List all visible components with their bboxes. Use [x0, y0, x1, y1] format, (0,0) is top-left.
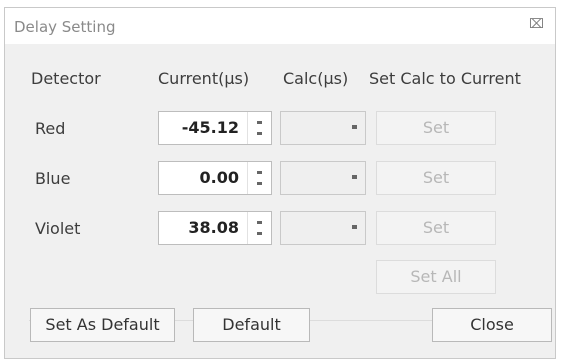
- set-button-red[interactable]: Set: [376, 111, 496, 145]
- chevron-up-icon[interactable]: [257, 171, 262, 174]
- chevron-up-icon[interactable]: [257, 221, 262, 224]
- calc-combo-violet[interactable]: [280, 211, 366, 245]
- close-button[interactable]: Close: [432, 308, 552, 342]
- dropdown-arrow-icon[interactable]: [352, 175, 357, 179]
- row-label-violet: Violet: [35, 219, 81, 238]
- set-button-blue[interactable]: Set: [376, 161, 496, 195]
- set-button-violet[interactable]: Set: [376, 211, 496, 245]
- window-title: Delay Setting: [14, 18, 116, 36]
- stepper-arrows-blue[interactable]: [247, 162, 271, 194]
- current-stepper-violet[interactable]: 38.08: [158, 211, 272, 245]
- row-label-blue: Blue: [35, 169, 71, 188]
- default-button[interactable]: Default: [193, 308, 310, 342]
- header-set-calc-to-current: Set Calc to Current: [369, 69, 521, 88]
- calc-combo-red[interactable]: [280, 111, 366, 145]
- dropdown-arrow-icon[interactable]: [352, 225, 357, 229]
- title-bar: Delay Setting ⌧: [5, 8, 555, 44]
- current-value-red[interactable]: -45.12: [182, 118, 239, 137]
- header-current: Current(μs): [158, 69, 250, 88]
- chevron-down-icon[interactable]: [257, 182, 262, 185]
- header-calc: Calc(μs): [283, 69, 349, 88]
- chevron-down-icon[interactable]: [257, 232, 262, 235]
- chevron-down-icon[interactable]: [257, 132, 262, 135]
- row-label-red: Red: [35, 119, 66, 138]
- dropdown-arrow-icon[interactable]: [352, 125, 357, 129]
- header-detector: Detector: [31, 69, 101, 88]
- close-icon[interactable]: ⌧: [529, 18, 544, 32]
- delay-setting-window: Delay Setting ⌧ Detector Current(μs) Cal…: [4, 7, 556, 359]
- stepper-arrows-violet[interactable]: [247, 212, 271, 244]
- set-all-button[interactable]: Set All: [376, 260, 496, 294]
- chevron-up-icon[interactable]: [257, 121, 262, 124]
- current-value-violet[interactable]: 38.08: [188, 218, 239, 237]
- current-value-blue[interactable]: 0.00: [200, 168, 239, 187]
- current-stepper-red[interactable]: -45.12: [158, 111, 272, 145]
- current-stepper-blue[interactable]: 0.00: [158, 161, 272, 195]
- set-as-default-button[interactable]: Set As Default: [30, 308, 175, 342]
- calc-combo-blue[interactable]: [280, 161, 366, 195]
- stepper-arrows-red[interactable]: [247, 112, 271, 144]
